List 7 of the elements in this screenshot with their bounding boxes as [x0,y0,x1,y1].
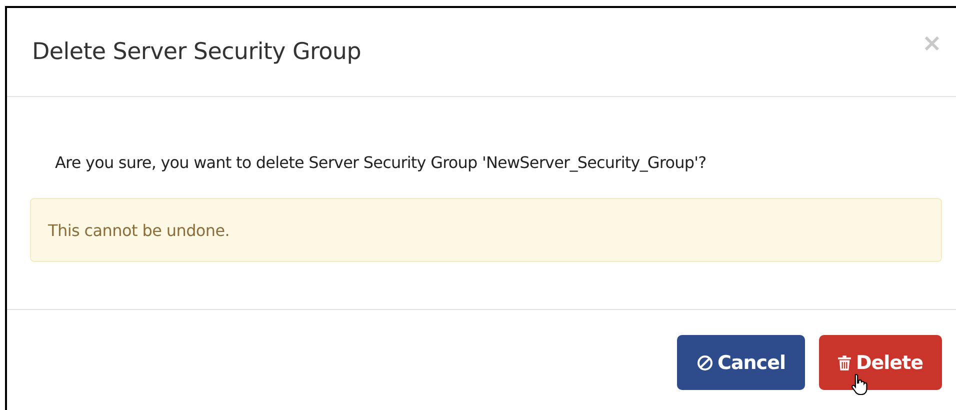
warning-text: This cannot be undone. [48,220,230,240]
trash-icon [838,354,851,370]
dialog-title: Delete Server Security Group [32,39,361,65]
ban-icon [696,354,713,370]
hand-cursor-icon [851,373,869,395]
cancel-button[interactable]: Cancel [677,335,805,390]
confirmation-message: Are you sure, you want to delete Server Security Group 'NewServer_Security_Group'? [54,153,708,172]
